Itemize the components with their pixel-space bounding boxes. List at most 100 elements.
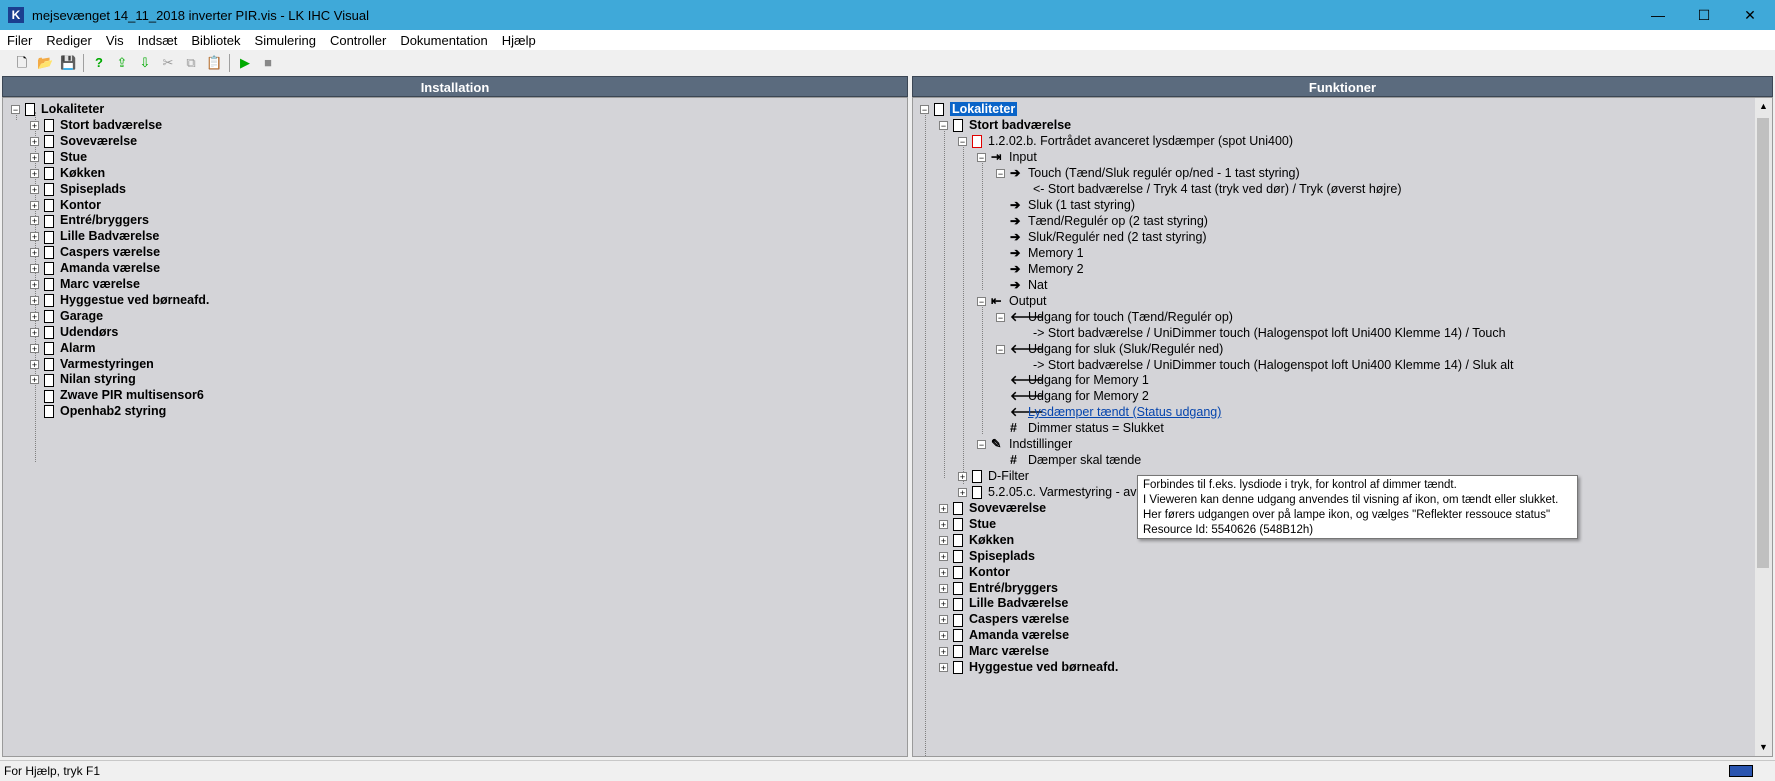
menu-controller[interactable]: Controller: [323, 33, 393, 48]
collapse-icon[interactable]: −: [920, 105, 929, 115]
maximize-button[interactable]: ☐: [1681, 0, 1727, 30]
input-label: Input: [1009, 150, 1037, 164]
function-room-label: Entré/bryggers: [969, 580, 1058, 595]
tooltip-line: Forbindes til f.eks. lysdiode i tryk, fo…: [1143, 479, 1457, 491]
installation-tree[interactable]: − Lokaliteter + Stort badværelse + Sovevære…: [2, 97, 908, 757]
menu-hjaelp[interactable]: Hjælp: [495, 33, 543, 48]
expand-icon[interactable]: +: [30, 136, 39, 146]
collapse-icon[interactable]: −: [939, 121, 948, 131]
collapse-icon[interactable]: −: [958, 137, 967, 147]
expand-icon[interactable]: +: [939, 535, 948, 545]
expand-icon[interactable]: +: [939, 631, 948, 641]
folder-icon: [44, 357, 54, 371]
expand-icon[interactable]: +: [30, 152, 39, 162]
expand-icon[interactable]: +: [30, 200, 39, 210]
folder-icon: [44, 262, 54, 276]
folder-icon: [953, 518, 963, 532]
output-item-label: Udgang for Memory 1: [1028, 373, 1149, 387]
functions-root-label: Lokaliteter: [950, 102, 1018, 116]
download-icon[interactable]: ⇩: [137, 55, 153, 71]
expand-icon[interactable]: +: [30, 168, 39, 178]
expand-icon[interactable]: +: [939, 583, 948, 593]
folder-icon: [953, 597, 963, 611]
installation-item-label: Udendørs: [60, 324, 119, 339]
menu-simulering[interactable]: Simulering: [248, 33, 323, 48]
input-item-label: Sluk (1 tast styring): [1028, 198, 1135, 212]
menu-dokumentation[interactable]: Dokumentation: [393, 33, 494, 48]
expand-icon[interactable]: +: [30, 121, 39, 131]
expand-icon[interactable]: +: [958, 488, 967, 498]
menu-indsaet[interactable]: Indsæt: [131, 33, 185, 48]
expand-icon[interactable]: +: [30, 232, 39, 242]
expand-icon[interactable]: +: [30, 264, 39, 274]
folder-icon: [44, 341, 54, 355]
menu-bar: Filer Rediger Vis Indsæt Bibliotek Simul…: [0, 30, 1775, 50]
expand-icon[interactable]: +: [939, 663, 948, 673]
collapse-icon[interactable]: −: [996, 169, 1005, 179]
folder-icon: [25, 103, 35, 117]
expand-icon[interactable]: +: [30, 248, 39, 258]
expand-icon[interactable]: +: [30, 375, 39, 385]
new-file-icon[interactable]: 🗋: [14, 55, 30, 71]
expand-icon[interactable]: +: [30, 184, 39, 194]
expand-icon[interactable]: +: [30, 295, 39, 305]
expand-icon[interactable]: +: [939, 504, 948, 514]
menu-bibliotek[interactable]: Bibliotek: [184, 33, 247, 48]
collapse-icon[interactable]: −: [996, 313, 1005, 323]
keyboard-icon: [1729, 765, 1753, 777]
vertical-scrollbar[interactable]: ▲ ▼: [1755, 98, 1772, 756]
input-item-label: Touch (Tænd/Sluk regulér op/ned - 1 tast…: [1028, 166, 1300, 180]
scroll-down-icon[interactable]: ▼: [1755, 739, 1772, 756]
collapse-icon[interactable]: −: [977, 153, 986, 163]
open-folder-icon[interactable]: 📂: [37, 55, 53, 71]
expand-icon[interactable]: +: [958, 472, 967, 482]
function-room[interactable]: + Hyggestue ved børneafd.: [939, 658, 1118, 676]
expand-icon[interactable]: +: [30, 327, 39, 337]
upload-icon[interactable]: ⇪: [114, 55, 130, 71]
scrollbar-thumb[interactable]: [1757, 118, 1769, 568]
expand-icon[interactable]: +: [939, 647, 948, 657]
folder-icon: [44, 310, 54, 323]
expand-icon[interactable]: +: [939, 599, 948, 609]
expand-icon[interactable]: +: [939, 551, 948, 561]
expand-icon[interactable]: +: [30, 280, 39, 290]
toolbar-separator: [83, 54, 84, 72]
output-item-status-label[interactable]: Lysdæmper tændt (Status udgang): [1028, 405, 1221, 419]
collapse-icon[interactable]: −: [977, 440, 986, 450]
folder-icon: [44, 325, 54, 339]
folder-icon: [44, 119, 54, 133]
menu-filer[interactable]: Filer: [0, 33, 39, 48]
help-icon[interactable]: ?: [91, 55, 107, 71]
collapse-icon[interactable]: −: [977, 297, 986, 307]
stop-icon[interactable]: ■: [260, 55, 276, 71]
copy-icon[interactable]: ⧉: [183, 55, 199, 71]
expand-icon[interactable]: +: [939, 567, 948, 577]
expand-icon[interactable]: +: [30, 343, 39, 353]
close-button[interactable]: ✕: [1727, 0, 1773, 30]
collapse-icon[interactable]: −: [996, 345, 1005, 355]
menu-rediger[interactable]: Rediger: [39, 33, 99, 48]
tree-line: [963, 144, 964, 484]
dimmer-status-label: Dimmer status = Slukket: [1028, 421, 1164, 435]
tree-line: [982, 160, 983, 290]
functions-tree[interactable]: − Lokaliteter − Stort badværelse − 1.2.0…: [912, 97, 1773, 757]
collapse-icon[interactable]: −: [11, 105, 20, 115]
paste-icon[interactable]: 📋: [206, 55, 222, 71]
input-item-label: Memory 2: [1028, 262, 1084, 276]
installation-item[interactable]: Openhab2 styring: [30, 402, 166, 420]
expand-icon[interactable]: +: [939, 615, 948, 625]
status-text: For Hjælp, tryk F1: [4, 764, 101, 778]
installation-item-label: Marc værelse: [60, 277, 140, 291]
save-icon[interactable]: 💾: [60, 55, 76, 71]
minimize-button[interactable]: —: [1635, 0, 1681, 30]
scroll-up-icon[interactable]: ▲: [1755, 98, 1772, 115]
cut-icon[interactable]: ✂: [160, 55, 176, 71]
run-icon[interactable]: ▶: [237, 55, 253, 71]
expand-icon[interactable]: +: [30, 216, 39, 226]
menu-vis[interactable]: Vis: [99, 33, 131, 48]
installation-item-label: Garage: [60, 308, 104, 323]
folder-icon: [953, 613, 963, 627]
expand-icon[interactable]: +: [30, 311, 39, 321]
expand-icon[interactable]: +: [30, 359, 39, 369]
expand-icon[interactable]: +: [939, 519, 948, 529]
